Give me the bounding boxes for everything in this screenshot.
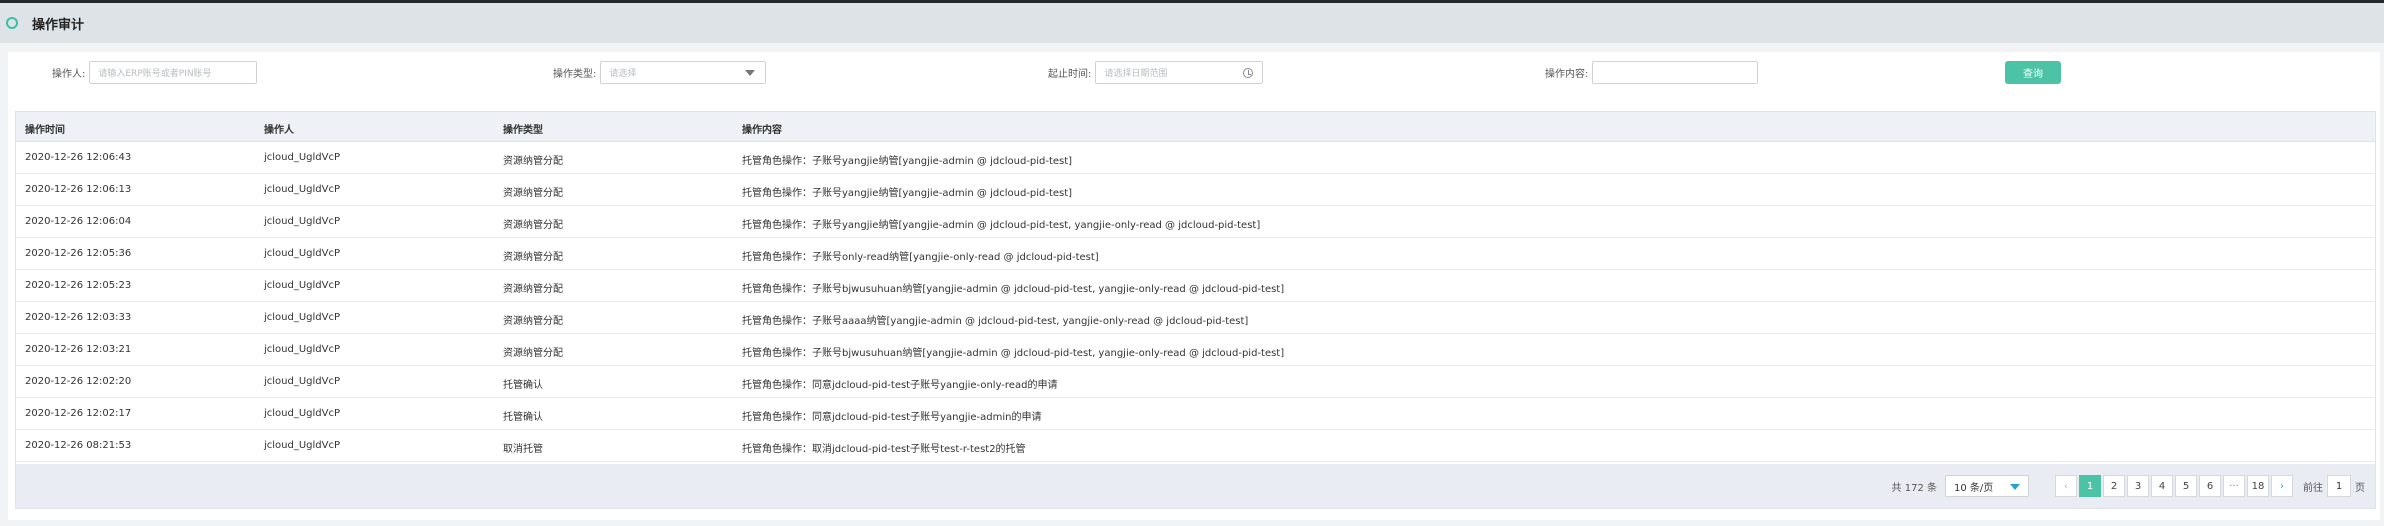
cell-time: 2020-12-26 12:05:23 xyxy=(25,280,132,291)
table-row: 2020-12-26 12:05:36 jcloud_UgldVcP 资源纳管分… xyxy=(16,238,2375,270)
cell-content: 托管角色操作：子账号bjwusuhuan纳管[yangjie-admin @ j… xyxy=(742,348,1285,359)
page-4[interactable]: 4 xyxy=(2151,475,2173,497)
type-select[interactable]: 请选择 xyxy=(600,61,767,84)
cell-content: 托管角色操作：取消jdcloud-pid-test子账号test-r-test2… xyxy=(742,444,1026,455)
header-time: 操作时间 xyxy=(25,125,65,136)
cell-time: 2020-12-26 12:03:33 xyxy=(25,312,132,323)
cell-time: 2020-12-26 12:06:43 xyxy=(25,152,132,163)
circle-icon xyxy=(6,17,18,29)
cell-type: 托管确认 xyxy=(503,412,543,423)
table-row: 2020-12-26 12:06:43 jcloud_UgldVcP 资源纳管分… xyxy=(16,142,2375,174)
cell-content: 托管角色操作：子账号yangjie纳管[yangjie-admin @ jdcl… xyxy=(742,156,1073,167)
cell-operator: jcloud_UgldVcP xyxy=(264,312,341,323)
table-row: 2020-12-26 12:03:21 jcloud_UgldVcP 资源纳管分… xyxy=(16,334,2375,366)
cell-operator: jcloud_UgldVcP xyxy=(264,248,341,259)
cell-content: 托管角色操作：子账号yangjie纳管[yangjie-admin @ jdcl… xyxy=(742,188,1073,199)
cell-time: 2020-12-26 12:03:21 xyxy=(25,344,132,355)
audit-table: 操作时间 操作人 操作类型 操作内容 2020-12-26 12:06:43 j… xyxy=(15,111,2376,509)
page-18[interactable]: 18 xyxy=(2247,475,2269,497)
audit-panel: 操作人: 请输入ERP账号或者PIN账号 操作类型: 请选择 起止时间: 请选择… xyxy=(8,52,2380,520)
table-row: 2020-12-26 12:02:20 jcloud_UgldVcP 托管确认 … xyxy=(16,366,2375,398)
cell-content: 托管角色操作：同意jdcloud-pid-test子账号yangjie-only… xyxy=(742,380,1058,391)
cell-content: 托管角色操作：子账号bjwusuhuan纳管[yangjie-admin @ j… xyxy=(742,284,1285,295)
cell-type: 资源纳管分配 xyxy=(503,316,563,327)
cell-time: 2020-12-26 12:06:04 xyxy=(25,216,132,227)
operator-filter: 操作人: 请输入ERP账号或者PIN账号 xyxy=(52,61,258,84)
page-2[interactable]: 2 xyxy=(2103,475,2125,497)
cell-time: 2020-12-26 12:02:20 xyxy=(25,376,132,387)
table-row: 2020-12-26 12:05:23 jcloud_UgldVcP 资源纳管分… xyxy=(16,270,2375,302)
goto-label: 前往 xyxy=(2303,482,2323,494)
operator-placeholder: 请输入ERP账号或者PIN账号 xyxy=(98,69,212,79)
prev-page-button[interactable]: ‹ xyxy=(2055,475,2077,497)
type-label: 操作类型: xyxy=(553,69,597,80)
clock-icon xyxy=(1243,68,1254,78)
table-row: 2020-12-26 12:06:04 jcloud_UgldVcP 资源纳管分… xyxy=(16,206,2375,238)
page-1[interactable]: 1 xyxy=(2079,475,2101,497)
pagination-bar: 共 172 条 10 条/页 ‹ 1 2 3 4 5 6 ··· 18 › 前往… xyxy=(16,464,2375,508)
caret-down-icon xyxy=(745,70,756,76)
query-button[interactable]: 查询 xyxy=(2005,61,2061,84)
table-row: 2020-12-26 12:02:17 jcloud_UgldVcP 托管确认 … xyxy=(16,398,2375,430)
cell-operator: jcloud_UgldVcP xyxy=(264,280,341,291)
content-label: 操作内容: xyxy=(1545,69,1589,80)
table-row: 2020-12-26 12:03:33 jcloud_UgldVcP 资源纳管分… xyxy=(16,302,2375,334)
operator-label: 操作人: xyxy=(52,69,86,80)
time-label: 起止时间: xyxy=(1048,69,1092,80)
total-count: 共 172 条 xyxy=(1891,482,1937,494)
cell-operator: jcloud_UgldVcP xyxy=(264,184,341,195)
cell-time: 2020-12-26 12:05:36 xyxy=(25,248,132,259)
cell-content: 托管角色操作：子账号aaaa纳管[yangjie-admin @ jdcloud… xyxy=(742,316,1249,327)
cell-operator: jcloud_UgldVcP xyxy=(264,216,341,227)
page-suffix: 页 xyxy=(2355,482,2365,494)
cell-operator: jcloud_UgldVcP xyxy=(264,408,341,419)
goto-page-input[interactable]: 1 xyxy=(2327,475,2351,497)
cell-time: 2020-12-26 08:21:53 xyxy=(25,440,132,451)
cell-operator: jcloud_UgldVcP xyxy=(264,344,341,355)
type-placeholder: 请选择 xyxy=(609,69,637,79)
time-placeholder: 请选择日期范围 xyxy=(1104,69,1168,79)
page-3[interactable]: 3 xyxy=(2127,475,2149,497)
cell-time: 2020-12-26 12:02:17 xyxy=(25,408,132,419)
page-title: 操作审计 xyxy=(32,17,85,33)
cell-type: 资源纳管分配 xyxy=(503,156,563,167)
page-5[interactable]: 5 xyxy=(2175,475,2197,497)
page-header: 操作审计 xyxy=(0,3,2384,43)
content-filter: 操作内容: xyxy=(1545,61,1759,84)
chevron-left-icon: ‹ xyxy=(2064,480,2068,492)
type-filter: 操作类型: 请选择 xyxy=(553,61,767,84)
header-operator: 操作人 xyxy=(264,125,294,136)
cell-type: 托管确认 xyxy=(503,380,543,391)
next-page-button[interactable]: › xyxy=(2271,475,2293,497)
cell-type: 取消托管 xyxy=(503,444,543,455)
cell-time: 2020-12-26 12:06:13 xyxy=(25,184,132,195)
table-header: 操作时间 操作人 操作类型 操作内容 xyxy=(16,112,2375,142)
content-input[interactable] xyxy=(1592,61,1759,84)
cell-content: 托管角色操作：子账号yangjie纳管[yangjie-admin @ jdcl… xyxy=(742,220,1261,231)
cell-type: 资源纳管分配 xyxy=(503,220,563,231)
cell-type: 资源纳管分配 xyxy=(503,188,563,199)
caret-down-icon xyxy=(2010,484,2020,490)
cell-content: 托管角色操作：子账号only-read纳管[yangjie-only-read … xyxy=(742,252,1099,263)
cell-content: 托管角色操作：同意jdcloud-pid-test子账号yangjie-admi… xyxy=(742,412,1042,423)
page-6[interactable]: 6 xyxy=(2199,475,2221,497)
page-size-select[interactable]: 10 条/页 xyxy=(1945,475,2029,497)
cell-type: 资源纳管分配 xyxy=(503,252,563,263)
cell-operator: jcloud_UgldVcP xyxy=(264,376,341,387)
page-size-value: 10 条/页 xyxy=(1954,482,1994,494)
cell-type: 资源纳管分配 xyxy=(503,348,563,359)
operator-input[interactable]: 请输入ERP账号或者PIN账号 xyxy=(89,61,258,84)
cell-operator: jcloud_UgldVcP xyxy=(264,440,341,451)
date-range-picker[interactable]: 请选择日期范围 xyxy=(1095,61,1264,84)
cell-operator: jcloud_UgldVcP xyxy=(264,152,341,163)
more-pages-button[interactable]: ··· xyxy=(2223,475,2245,497)
time-filter: 起止时间: 请选择日期范围 xyxy=(1048,61,1264,84)
header-type: 操作类型 xyxy=(503,125,543,136)
chevron-right-icon: › xyxy=(2280,480,2284,492)
table-row: 2020-12-26 08:21:53 jcloud_UgldVcP 取消托管 … xyxy=(16,430,2375,462)
table-row: 2020-12-26 12:06:13 jcloud_UgldVcP 资源纳管分… xyxy=(16,174,2375,206)
header-content: 操作内容 xyxy=(742,125,782,136)
cell-type: 资源纳管分配 xyxy=(503,284,563,295)
